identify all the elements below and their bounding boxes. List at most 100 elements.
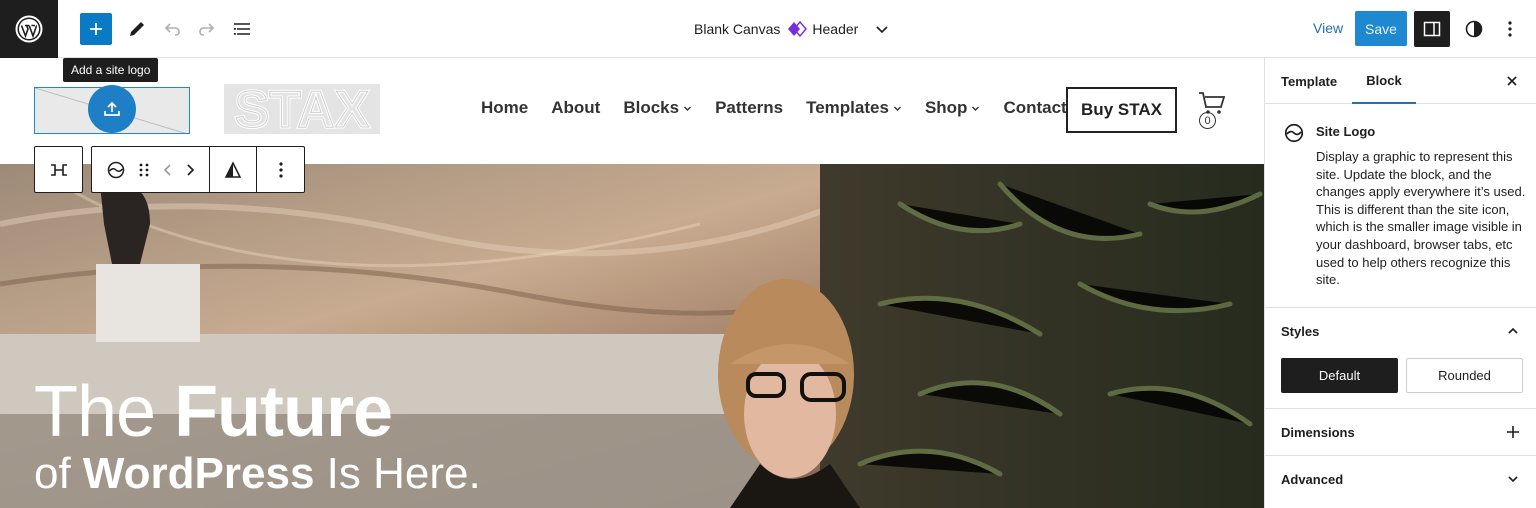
upload-logo-button[interactable] [88, 85, 136, 133]
chevron-down-icon[interactable] [872, 19, 892, 39]
site-logo-icon [1284, 123, 1304, 143]
undo-button[interactable] [156, 13, 188, 45]
chevron-down-icon [684, 106, 692, 111]
buy-stax-button[interactable]: Buy STAX [1066, 87, 1177, 133]
stax-logo-wordmark: STAX STAX [233, 84, 371, 134]
style-default-button[interactable]: Default [1281, 358, 1398, 393]
hero-sub-bold: WordPress [82, 449, 315, 498]
nav-item-patterns[interactable]: Patterns [715, 98, 783, 118]
document-title-bar[interactable]: Blank Canvas Header [694, 0, 892, 58]
hero-heading-plain: The [34, 372, 175, 452]
stax-logo[interactable]: STAX STAX [224, 84, 380, 134]
plus-icon [90, 23, 102, 35]
nav-item-label: Patterns [715, 98, 784, 117]
nav-item-shop[interactable]: Shop [925, 98, 981, 118]
primary-navigation: Home About Blocks Patterns Templates Shop Cont… [481, 98, 1067, 118]
nav-item-label: Templates [806, 98, 889, 117]
half-circle-contrast-icon [1465, 20, 1483, 38]
nav-item-label: Contact [1003, 98, 1067, 117]
cart-count-badge: 0 [1199, 112, 1216, 129]
advanced-panel-title: Advanced [1281, 471, 1344, 487]
divider [1265, 307, 1536, 308]
tab-template[interactable]: Template [1281, 58, 1337, 104]
block-card-title: Site Logo [1316, 124, 1376, 139]
settings-sidebar-toggle[interactable] [1414, 11, 1450, 47]
close-sidebar-button[interactable] [1503, 72, 1521, 90]
select-parent-button[interactable] [35, 147, 82, 192]
save-button[interactable]: Save [1355, 11, 1407, 46]
wordpress-logo-button[interactable] [0, 0, 58, 58]
chevron-down-icon [1508, 476, 1518, 483]
chevron-up-icon [1508, 327, 1518, 334]
close-icon [1507, 76, 1517, 86]
nav-item-contact[interactable]: Contact [1003, 98, 1066, 118]
hero-heading-bold: Future [174, 372, 393, 452]
advanced-panel-toggle[interactable]: Advanced [1281, 469, 1521, 489]
justify-icon [224, 160, 242, 178]
pencil-icon [130, 22, 144, 36]
block-settings-sidebar: Template Block Site Logo Display a graph… [1264, 58, 1536, 508]
document-overview-button[interactable] [226, 13, 258, 45]
redo-button[interactable] [191, 13, 223, 45]
divider [1265, 408, 1536, 409]
template-part-name: Header [812, 21, 859, 37]
sidebar-icon [1423, 21, 1441, 37]
row-block-icon [50, 163, 67, 176]
view-link[interactable]: View [1313, 20, 1343, 36]
hero-cover-block[interactable]: The Future of WordPress Is Here. [0, 164, 1264, 508]
options-menu-button[interactable] [1496, 13, 1524, 45]
dimensions-panel-title: Dimensions [1281, 424, 1355, 440]
template-part-icon [788, 21, 808, 37]
site-logo-icon[interactable] [106, 160, 126, 180]
nav-item-blocks[interactable]: Blocks [623, 98, 692, 118]
move-left-icon[interactable] [163, 162, 173, 178]
template-part-label: Header [788, 21, 858, 37]
block-options-button[interactable] [257, 147, 304, 192]
svg-text:STAX: STAX [235, 84, 370, 134]
undo-icon [164, 23, 180, 36]
styles-button[interactable] [1458, 13, 1490, 45]
dimensions-panel-toggle[interactable]: Dimensions [1281, 422, 1521, 442]
styles-panel-title: Styles [1281, 323, 1320, 339]
hero-sub-plain-2: Is Here. [314, 449, 481, 498]
block-style-options: Default Rounded [1281, 358, 1523, 393]
nav-item-label: Blocks [623, 98, 680, 117]
nav-item-about[interactable]: About [551, 98, 600, 118]
nav-item-label: About [551, 98, 601, 117]
style-rounded-button[interactable]: Rounded [1406, 358, 1523, 393]
hero-subheading[interactable]: of WordPress Is Here. [34, 450, 481, 498]
nav-item-templates[interactable]: Templates [806, 98, 902, 118]
editor-top-toolbar: Blank Canvas Header View Save [0, 0, 1536, 58]
add-block-button[interactable] [80, 13, 112, 45]
sidebar-tabs: Template Block [1265, 58, 1536, 104]
alignment-button[interactable] [210, 147, 257, 192]
tools-button[interactable] [121, 13, 153, 45]
block-toolbar-parent-group [34, 146, 83, 193]
drag-handle-icon[interactable] [138, 161, 150, 179]
nav-item-label: Home [481, 98, 529, 117]
move-right-icon[interactable] [185, 162, 195, 178]
block-toolbar [34, 146, 305, 193]
upload-icon [104, 101, 120, 116]
plus-icon [1507, 426, 1519, 438]
block-switcher-mover[interactable] [92, 147, 210, 192]
nav-item-home[interactable]: Home [481, 98, 528, 118]
editor-canvas: STAX STAX Home About Blocks Patterns Templat… [0, 58, 1264, 508]
hero-sub-plain-1: of [34, 449, 83, 498]
wordpress-icon [15, 15, 43, 43]
list-view-icon [234, 23, 250, 35]
divider [1265, 455, 1536, 456]
vertical-ellipsis-icon [278, 161, 283, 178]
chevron-down-icon [972, 106, 980, 111]
block-card-description: Display a graphic to represent this site… [1316, 149, 1526, 288]
redo-icon [199, 23, 215, 36]
add-site-logo-tooltip: Add a site logo [63, 58, 159, 82]
styles-panel-toggle[interactable]: Styles [1281, 321, 1521, 341]
block-toolbar-main-group [91, 146, 305, 193]
hero-heading[interactable]: The Future [34, 376, 393, 448]
vertical-ellipsis-icon [1508, 21, 1512, 37]
nav-item-label: Shop [924, 98, 968, 117]
tab-block[interactable]: Block [1352, 58, 1416, 104]
chevron-down-icon [893, 106, 901, 111]
template-name: Blank Canvas [694, 21, 781, 37]
